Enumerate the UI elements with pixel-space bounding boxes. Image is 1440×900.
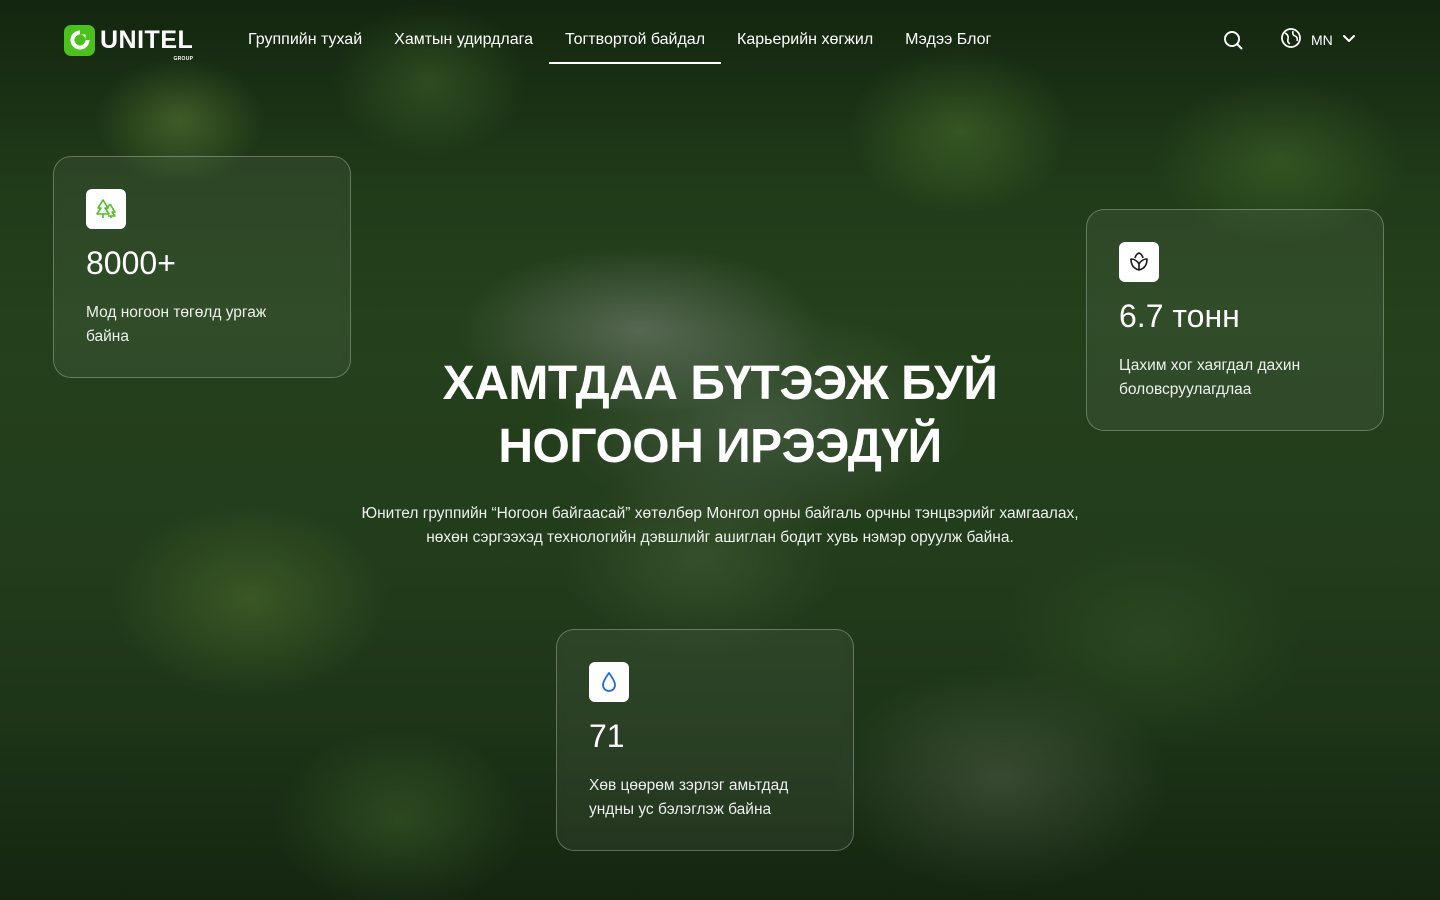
trees-icon [86,189,126,229]
stat-card-trees: 8000+ Мод ногоон төгөлд ургаж байна [53,156,351,378]
nav-item-news-blog[interactable]: Мэдээ Блог [889,0,1007,64]
stat-card-ewaste: 6.7 тонн Цахим хог хаягдал дахин боловср… [1086,209,1384,431]
nav-item-career[interactable]: Карьерийн хөгжил [721,0,889,64]
language-code: MN [1311,32,1333,48]
logo-subtitle: GROUP [173,55,194,62]
unitel-logo-icon [64,24,95,56]
stat-value: 6.7 тонн [1119,298,1240,334]
nav-item-about-group[interactable]: Группийн тухай [232,0,378,64]
site-header: UNITEL GROUP Группийн тухай Хамтын удирд… [0,0,1440,80]
unitel-logo[interactable]: UNITEL GROUP [64,24,194,62]
chevron-down-icon [1341,30,1357,51]
stat-value: 8000+ [86,245,176,281]
logo-name: UNITEL [100,25,194,54]
stat-value: 71 [589,718,625,754]
stat-description: Цахим хог хаягдал дахин боловсруулагдлаа [1119,357,1301,398]
nav-item-governance[interactable]: Хамтын удирдлага [378,0,549,64]
stat-card-water: 71 Хөв цөөрөм зэрлэг амьтдад ундны ус бэ… [556,629,854,851]
stat-description: Мод ногоон төгөлд ургаж байна [86,304,267,345]
hero-title: ХАМТДАА БҮТЭЭЖ БУЙ НОГООН ИРЭЭДҮЙ [442,357,998,473]
stat-description: Хөв цөөрөм зэрлэг амьтдад ундны ус бэлэг… [589,777,789,818]
search-icon[interactable] [1221,28,1245,52]
language-selector[interactable]: MN [1280,27,1357,54]
logo-wordmark: UNITEL GROUP [100,25,194,62]
main-nav: Группийн тухай Хамтын удирдлага Тогтворт… [232,0,1007,64]
water-drop-icon [589,662,629,702]
nav-item-sustainability[interactable]: Тогтвортой байдал [549,0,722,64]
hero-description: Юнител группийн “Ногоон байгаасай” хөтөл… [361,505,1079,546]
leaf-icon [1119,242,1159,282]
globe-icon [1280,27,1302,54]
